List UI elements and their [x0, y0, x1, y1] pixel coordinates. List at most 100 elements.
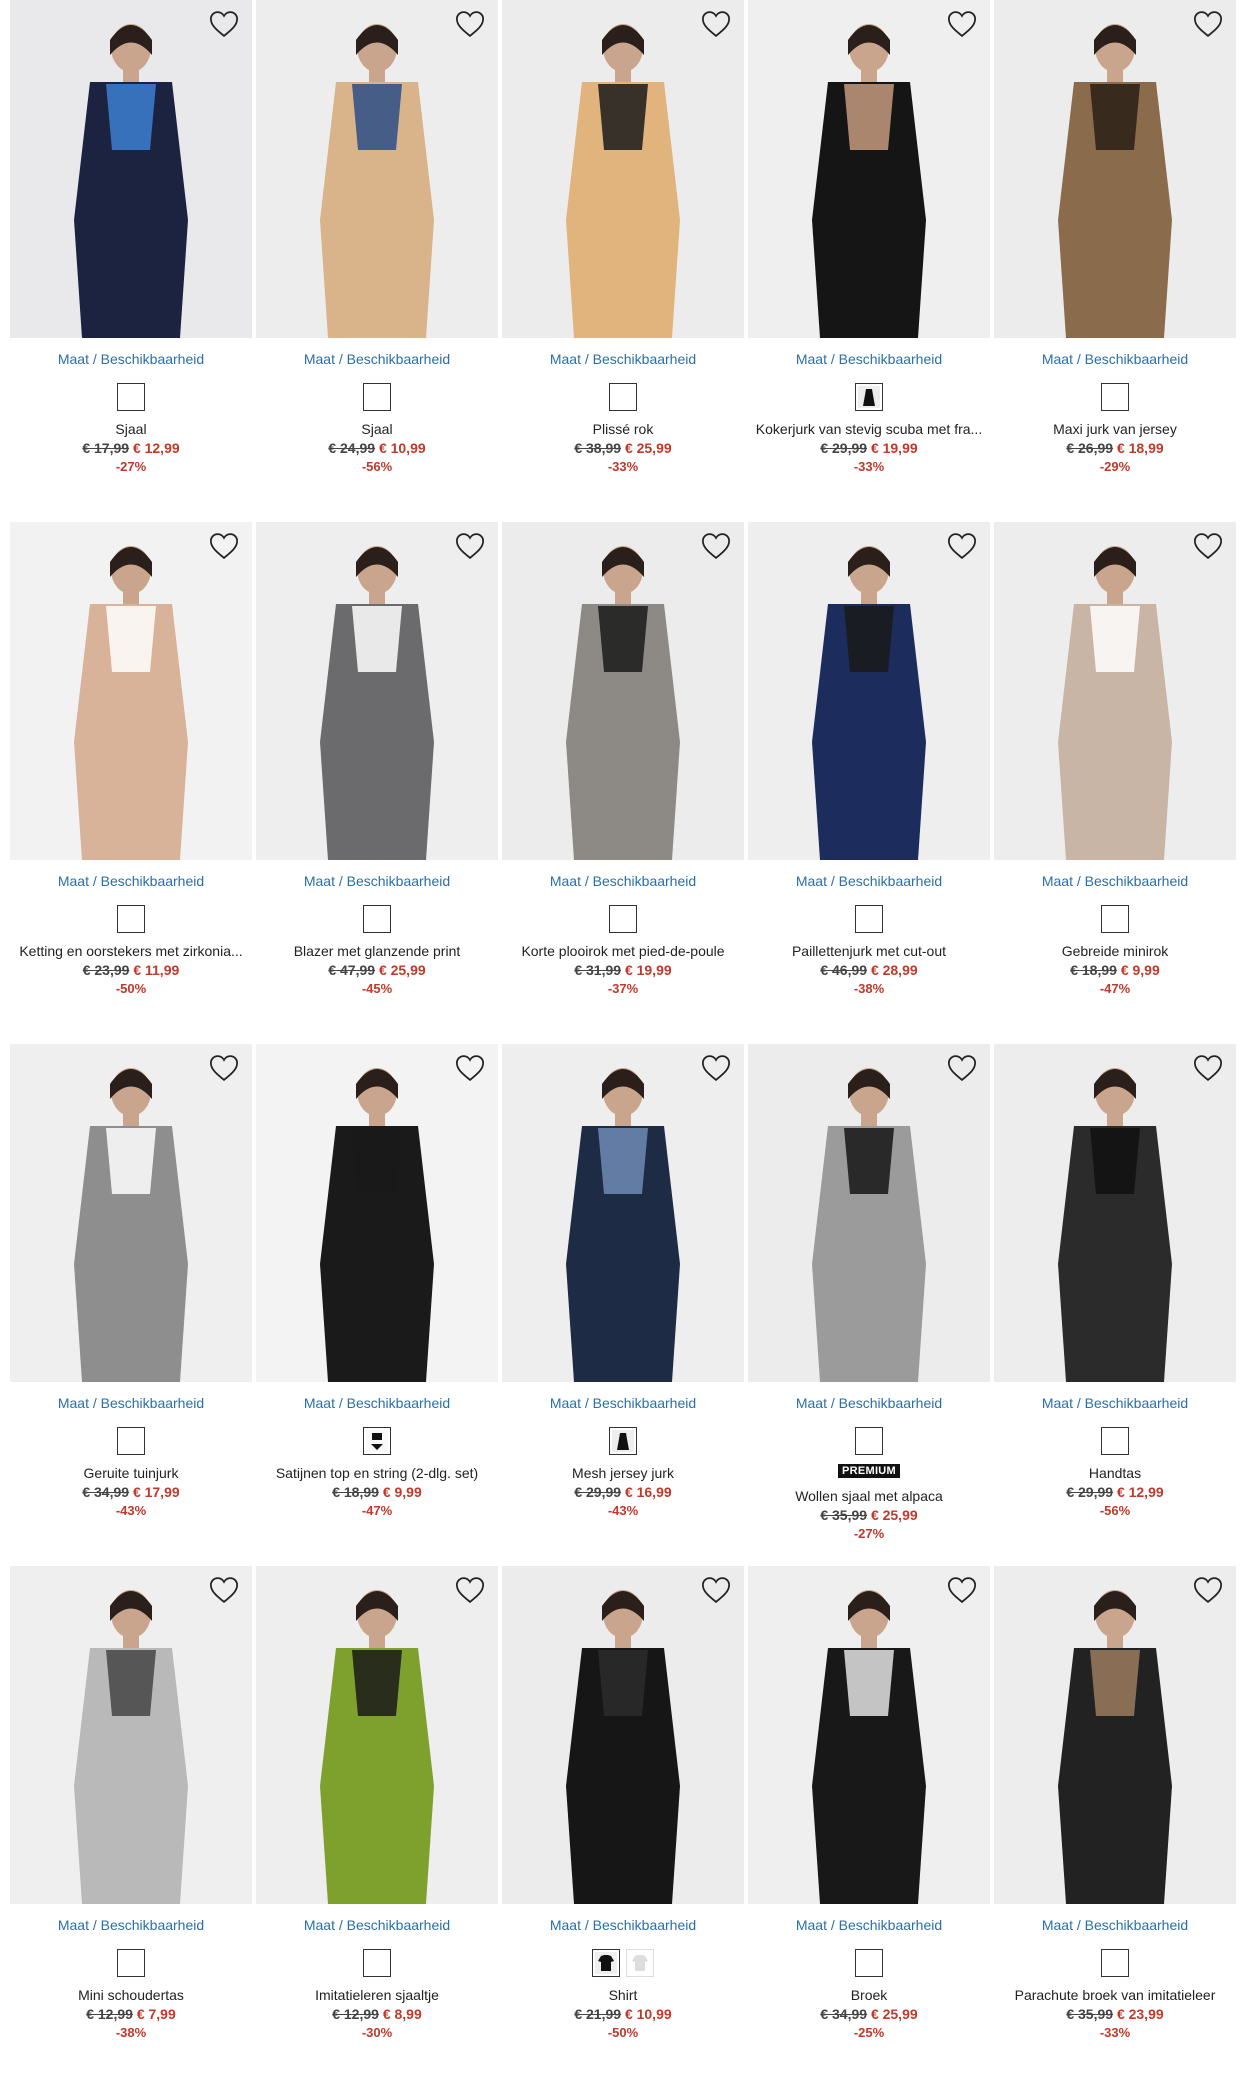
product-name[interactable]: Gebreide minirok — [994, 943, 1236, 960]
product-name[interactable]: Ketting en oorstekers met zirkonia... — [10, 943, 252, 960]
product-card[interactable]: Maat / Beschikbaarheid Maxi jurk van jers… — [994, 0, 1236, 522]
color-swatch[interactable] — [363, 1427, 391, 1455]
product-image[interactable] — [748, 1044, 990, 1382]
product-image[interactable] — [502, 1566, 744, 1904]
product-image[interactable] — [10, 1566, 252, 1904]
product-image[interactable] — [256, 1044, 498, 1382]
wishlist-heart-icon[interactable] — [1192, 10, 1224, 40]
product-name[interactable]: Paillettenjurk met cut-out — [748, 943, 990, 960]
product-card[interactable]: Maat / Beschikbaarheid Mini schoudertas € … — [10, 1566, 252, 2088]
product-image[interactable] — [502, 1044, 744, 1382]
product-card[interactable]: Maat / Beschikbaarheid Ketting en oorstek… — [10, 522, 252, 1044]
product-name[interactable]: Maxi jurk van jersey — [994, 421, 1236, 438]
product-card[interactable]: Maat / Beschikbaarheid Paillettenjurk met… — [748, 522, 990, 1044]
size-availability-link[interactable]: Maat / Beschikbaarheid — [256, 872, 498, 890]
size-availability-link[interactable]: Maat / Beschikbaarheid — [502, 1916, 744, 1934]
wishlist-heart-icon[interactable] — [700, 1054, 732, 1084]
size-availability-link[interactable]: Maat / Beschikbaarheid — [994, 1916, 1236, 1934]
product-name[interactable]: Wollen sjaal met alpaca — [748, 1488, 990, 1505]
product-name[interactable]: Geruite tuinjurk — [10, 1465, 252, 1482]
size-availability-link[interactable]: Maat / Beschikbaarheid — [994, 350, 1236, 368]
wishlist-heart-icon[interactable] — [1192, 532, 1224, 562]
product-name[interactable]: Satijnen top en string (2-dlg. set) — [256, 1465, 498, 1482]
product-name[interactable]: Korte plooirok met pied-de-poule — [502, 943, 744, 960]
wishlist-heart-icon[interactable] — [454, 1576, 486, 1606]
color-swatch[interactable] — [117, 1427, 145, 1455]
product-image[interactable] — [10, 522, 252, 860]
color-swatch-black[interactable] — [592, 1949, 620, 1977]
product-card[interactable]: Maat / Beschikbaarheid Geruite tuinjurk € … — [10, 1044, 252, 1566]
product-card[interactable]: Maat / Beschikbaarheid Gebreide minirok € … — [994, 522, 1236, 1044]
product-image[interactable] — [502, 0, 744, 338]
product-name[interactable]: Broek — [748, 1987, 990, 2004]
color-swatch[interactable] — [363, 383, 391, 411]
size-availability-link[interactable]: Maat / Beschikbaarheid — [748, 1394, 990, 1412]
color-swatch[interactable] — [609, 905, 637, 933]
product-image[interactable] — [748, 522, 990, 860]
product-card[interactable]: Maat / Beschikbaarheid Blazer met glanzen… — [256, 522, 498, 1044]
size-availability-link[interactable]: Maat / Beschikbaarheid — [748, 872, 990, 890]
product-image[interactable] — [748, 0, 990, 338]
color-swatch-white[interactable] — [626, 1949, 654, 1977]
size-availability-link[interactable]: Maat / Beschikbaarheid — [256, 1394, 498, 1412]
wishlist-heart-icon[interactable] — [454, 532, 486, 562]
size-availability-link[interactable]: Maat / Beschikbaarheid — [502, 1394, 744, 1412]
size-availability-link[interactable]: Maat / Beschikbaarheid — [994, 872, 1236, 890]
color-swatch[interactable] — [363, 905, 391, 933]
color-swatch[interactable] — [855, 383, 883, 411]
product-name[interactable]: Shirt — [502, 1987, 744, 2004]
size-availability-link[interactable]: Maat / Beschikbaarheid — [10, 350, 252, 368]
wishlist-heart-icon[interactable] — [454, 1054, 486, 1084]
color-swatch[interactable] — [855, 1949, 883, 1977]
product-card[interactable]: Maat / Beschikbaarheid Broek € 34,99 € 25,… — [748, 1566, 990, 2088]
product-image[interactable] — [256, 522, 498, 860]
product-image[interactable] — [10, 0, 252, 338]
color-swatch[interactable] — [117, 905, 145, 933]
color-swatch[interactable] — [1101, 1427, 1129, 1455]
color-swatch[interactable] — [609, 1427, 637, 1455]
product-card[interactable]: Maat / Beschikbaarheid Sjaal € 17,99 € 12,… — [10, 0, 252, 522]
product-card[interactable]: Maat / Beschikbaarheid PREMIUM Wollen sjaa… — [748, 1044, 990, 1566]
wishlist-heart-icon[interactable] — [454, 10, 486, 40]
wishlist-heart-icon[interactable] — [208, 1576, 240, 1606]
product-image[interactable] — [502, 522, 744, 860]
product-name[interactable]: Sjaal — [256, 421, 498, 438]
product-card[interactable]: Maat / Beschikbaarheid Satijnen top en st… — [256, 1044, 498, 1566]
wishlist-heart-icon[interactable] — [946, 532, 978, 562]
wishlist-heart-icon[interactable] — [946, 1054, 978, 1084]
product-image[interactable] — [994, 1044, 1236, 1382]
color-swatch[interactable] — [1101, 1949, 1129, 1977]
product-card[interactable]: Maat / Beschikbaarheid Imitatieleren sjaa… — [256, 1566, 498, 2088]
color-swatch[interactable] — [855, 1427, 883, 1455]
product-image[interactable] — [256, 1566, 498, 1904]
product-card[interactable]: Maat / Beschikbaarheid Handtas € 29,99 € 1… — [994, 1044, 1236, 1566]
size-availability-link[interactable]: Maat / Beschikbaarheid — [10, 1394, 252, 1412]
product-card[interactable]: Maat / Beschikbaarheid Korte plooirok met… — [502, 522, 744, 1044]
product-card[interactable]: Maat / Beschikbaarheid Parachute broek va… — [994, 1566, 1236, 2088]
product-card[interactable]: Maat / Beschikbaarheid Kokerjurk van stev… — [748, 0, 990, 522]
wishlist-heart-icon[interactable] — [946, 1576, 978, 1606]
wishlist-heart-icon[interactable] — [1192, 1054, 1224, 1084]
product-image[interactable] — [10, 1044, 252, 1382]
color-swatch[interactable] — [363, 1949, 391, 1977]
wishlist-heart-icon[interactable] — [1192, 1576, 1224, 1606]
product-card[interactable]: Maat / Beschikbaarheid Mesh jersey jurk € … — [502, 1044, 744, 1566]
size-availability-link[interactable]: Maat / Beschikbaarheid — [256, 350, 498, 368]
product-name[interactable]: Handtas — [994, 1465, 1236, 1482]
product-image[interactable] — [994, 522, 1236, 860]
product-card[interactable]: Maat / Beschikbaarheid Sjaal € 24,99 € 10,… — [256, 0, 498, 522]
size-availability-link[interactable]: Maat / Beschikbaarheid — [748, 1916, 990, 1934]
wishlist-heart-icon[interactable] — [208, 1054, 240, 1084]
product-image[interactable] — [994, 1566, 1236, 1904]
product-name[interactable]: Mesh jersey jurk — [502, 1465, 744, 1482]
wishlist-heart-icon[interactable] — [208, 10, 240, 40]
product-image[interactable] — [256, 0, 498, 338]
wishlist-heart-icon[interactable] — [208, 532, 240, 562]
product-name[interactable]: Mini schoudertas — [10, 1987, 252, 2004]
wishlist-heart-icon[interactable] — [700, 532, 732, 562]
size-availability-link[interactable]: Maat / Beschikbaarheid — [502, 350, 744, 368]
color-swatch[interactable] — [117, 1949, 145, 1977]
product-name[interactable]: Imitatieleren sjaaltje — [256, 1987, 498, 2004]
product-name[interactable]: Sjaal — [10, 421, 252, 438]
product-name[interactable]: Blazer met glanzende print — [256, 943, 498, 960]
